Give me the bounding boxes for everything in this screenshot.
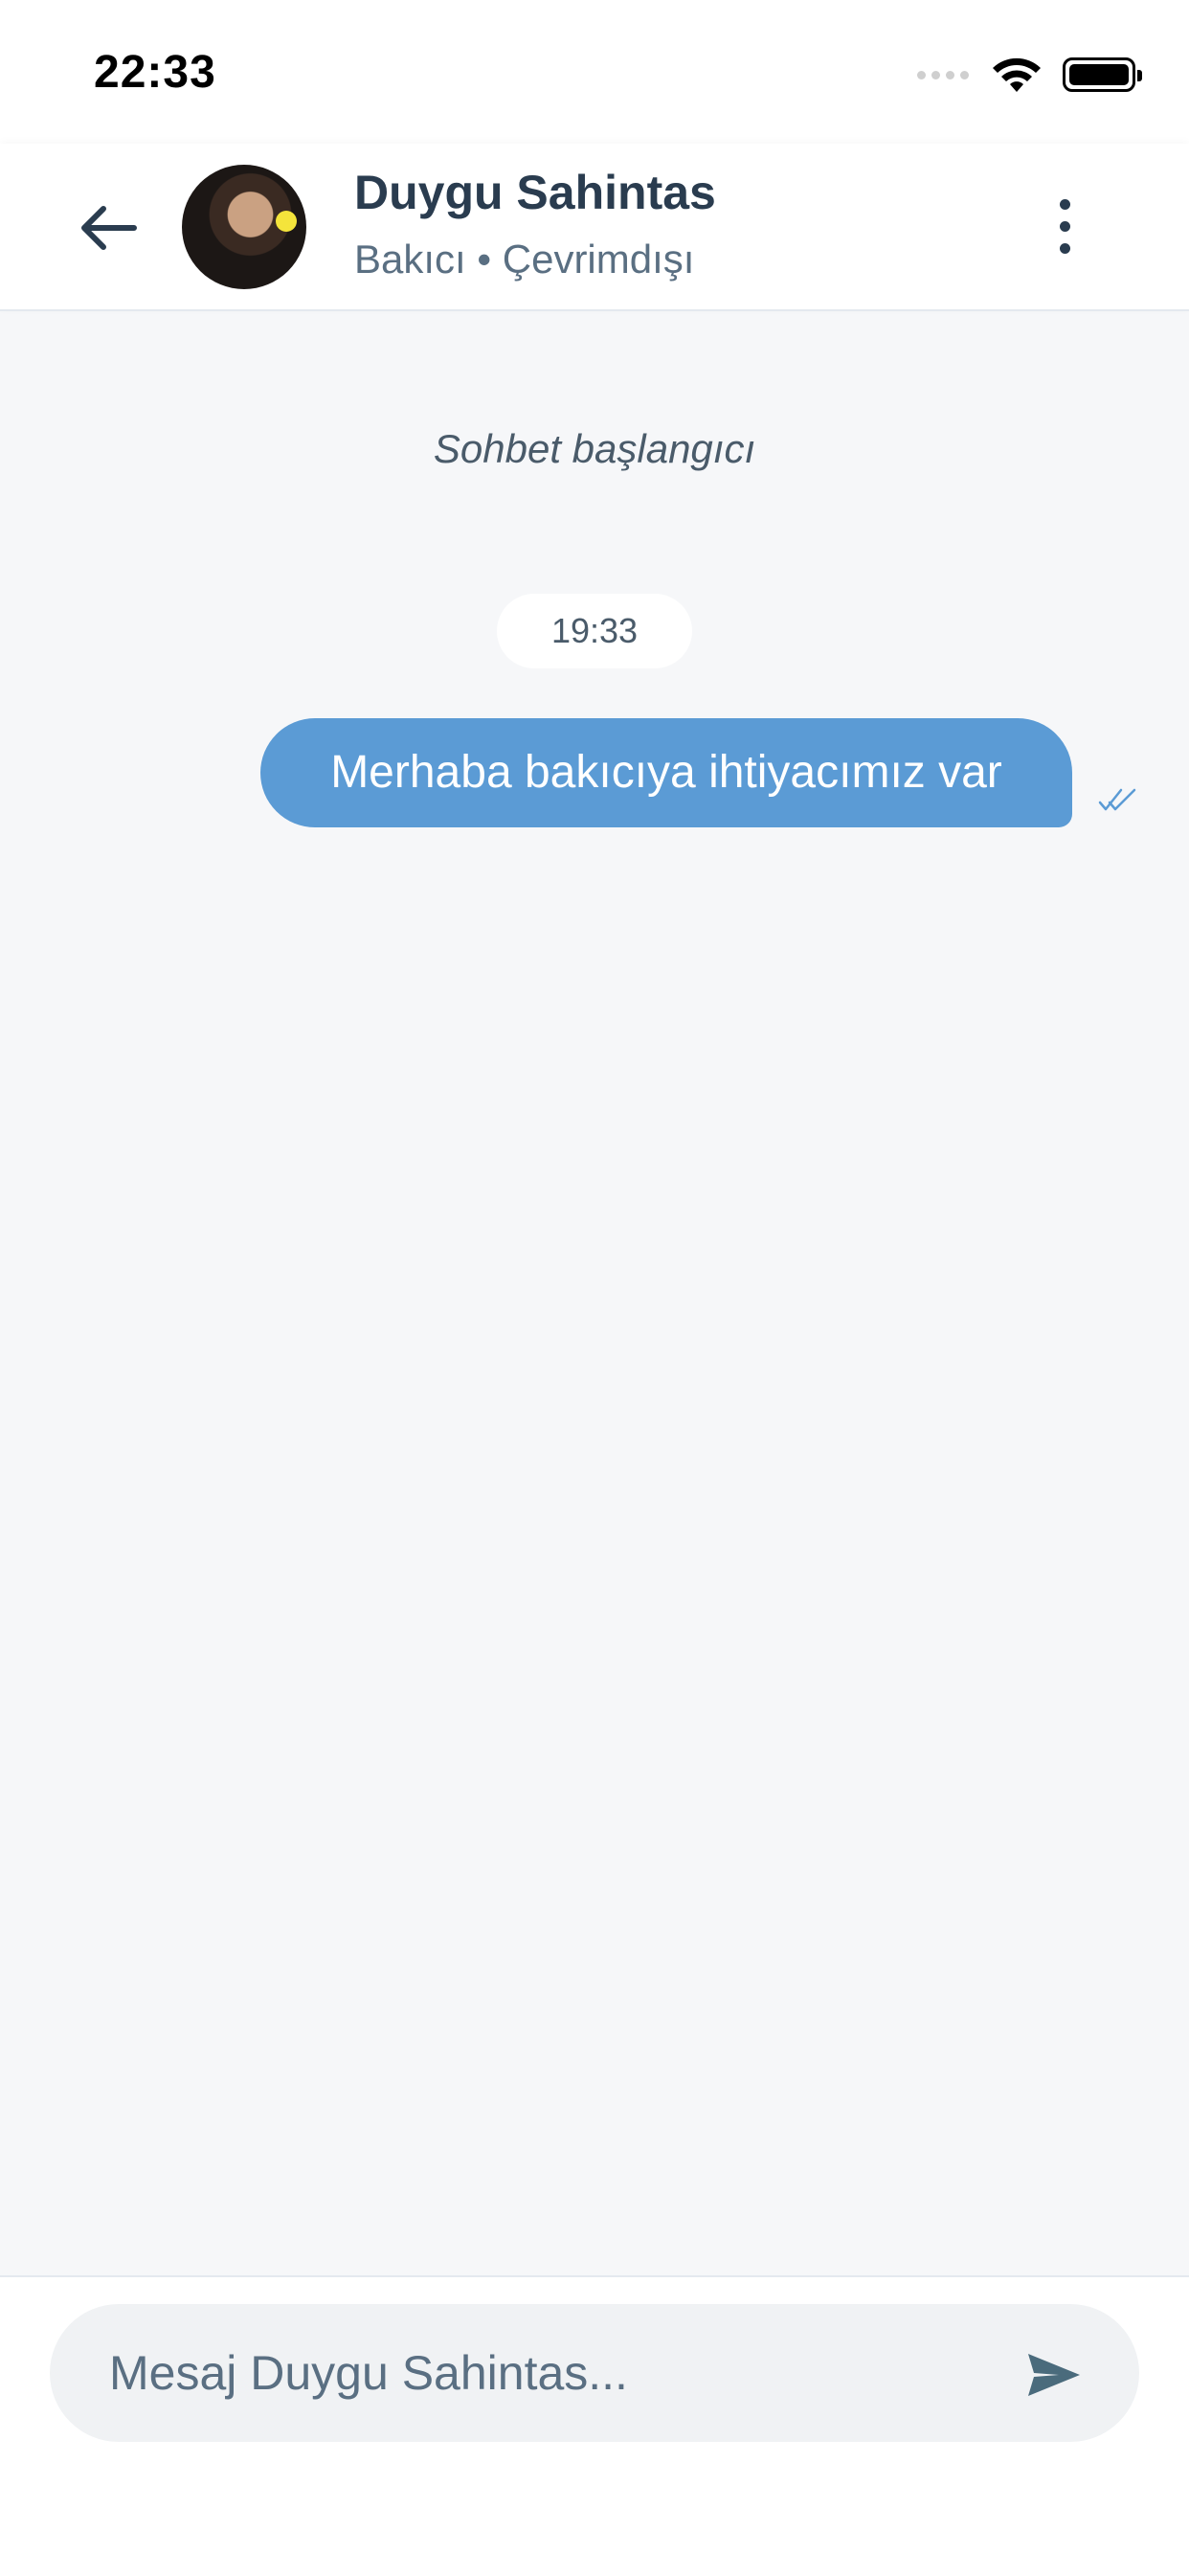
double-check-icon [1098, 788, 1136, 811]
message-timestamp: 19:33 [497, 594, 692, 668]
contact-name: Duygu Sahintas [354, 166, 716, 219]
status-bar: 22:33 [0, 0, 1189, 144]
status-time: 22:33 [94, 47, 216, 98]
chat-header: Duygu Sahintas Bakıcı • Çevrimdışı [0, 144, 1189, 311]
cellular-signal-icon [917, 70, 969, 79]
contact-status: Bakıcı • Çevrimdışı [354, 237, 695, 282]
wifi-icon [993, 57, 1041, 92]
outgoing-message-bubble[interactable]: Merhaba bakıcıya ihtiyacımız var [260, 718, 1072, 827]
send-icon[interactable] [1024, 2350, 1084, 2400]
message-composer [0, 2275, 1189, 2576]
battery-icon [1063, 57, 1142, 92]
chat-start-label: Sohbet başlangıcı [433, 426, 756, 471]
message-input[interactable] [50, 2304, 1139, 2442]
contact-avatar[interactable] [182, 165, 306, 289]
status-icons [917, 56, 1142, 94]
more-options-icon[interactable] [1045, 199, 1084, 266]
back-arrow-icon[interactable] [75, 193, 144, 262]
